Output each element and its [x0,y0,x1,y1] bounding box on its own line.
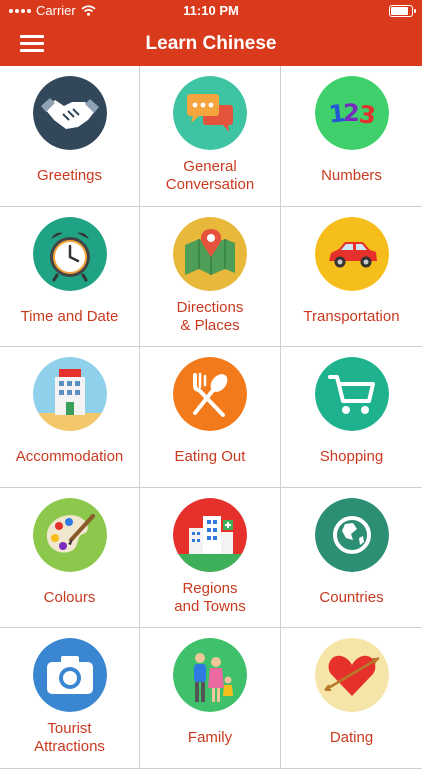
category-dating[interactable]: Dating [281,628,422,769]
category-label: Eating Out [174,448,246,465]
battery-icon [389,5,416,17]
page-title: Learn Chinese [145,33,277,54]
category-countries[interactable]: Countries [281,488,422,628]
category-label: Shopping [319,448,384,465]
fork-spoon-icon [173,357,247,431]
category-time-and-date[interactable]: Time and Date [0,206,140,347]
category-label: Numbers [321,167,382,184]
category-accommodation[interactable]: Accommodation [0,347,140,488]
category-regions-towns[interactable]: Regions and Towns [140,487,281,628]
category-eating-out[interactable]: Eating Out [140,347,281,488]
chat-bubbles-icon [173,76,247,150]
category-directions-places[interactable]: Directions & Places [140,206,281,347]
svg-text:2: 2 [343,99,360,127]
svg-text:3: 3 [357,100,377,130]
map-pin-icon [173,216,247,291]
city-buildings-icon [173,497,247,572]
category-label: Regions and Towns [174,579,246,615]
category-label: Dating [329,729,374,746]
paint-palette-icon [32,497,107,572]
category-family[interactable]: Family [140,628,281,769]
heart-arrow-icon [314,638,389,712]
handshake-icon [32,76,107,150]
family-icon [173,638,247,712]
globe-icon [314,497,389,572]
category-grid: Greetings General Conversation 1 2 3 Num… [0,66,422,769]
category-label: Time and Date [20,307,119,325]
car-icon [314,216,389,291]
category-general-conversation[interactable]: General Conversation [140,66,281,207]
category-label: Accommodation [15,448,124,465]
category-tourist-attractions[interactable]: Tourist Attractions [0,628,140,769]
camera-icon [32,638,107,712]
category-transportation[interactable]: Transportation [281,207,422,347]
category-label: Countries [319,588,384,606]
category-label: Tourist Attractions [34,720,105,755]
category-label: General Conversation [165,158,255,193]
category-colours[interactable]: Colours [0,487,140,628]
category-label: Greetings [36,167,103,184]
status-time: 11:10 PM [183,3,239,18]
category-label: Directions & Places [176,298,244,334]
category-greetings[interactable]: Greetings [0,66,140,207]
hotel-icon [32,357,107,431]
status-bar: Carrier 11:10 PM [0,0,422,22]
alarm-clock-icon [32,216,107,291]
shopping-cart-icon [314,357,389,431]
category-label: Transportation [303,307,400,325]
category-label: Family [187,729,233,746]
numbers-icon: 1 2 3 [314,76,389,150]
app-header: Carrier 11:10 PM Learn Chinese [0,0,422,66]
category-numbers[interactable]: 1 2 3 Numbers [281,66,422,207]
category-label: Colours [43,588,96,606]
category-shopping[interactable]: Shopping [281,347,422,488]
